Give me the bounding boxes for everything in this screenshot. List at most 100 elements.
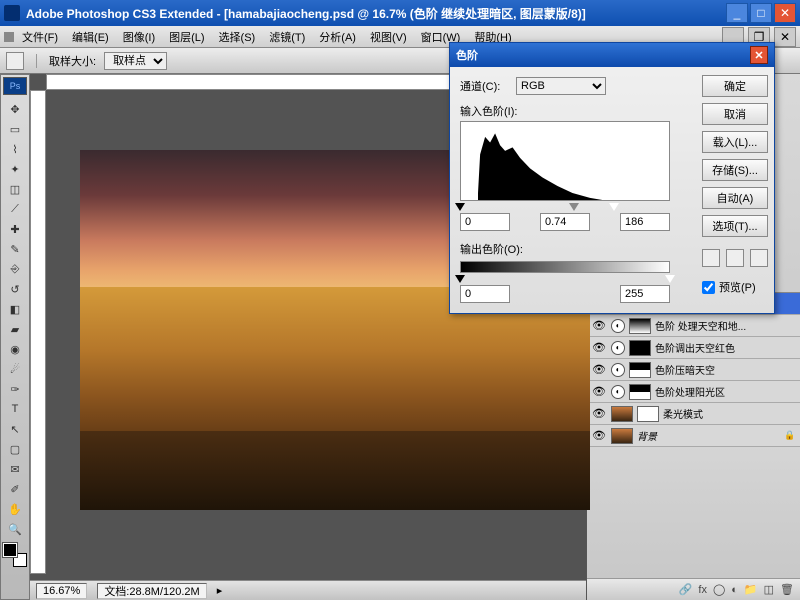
auto-button[interactable]: 自动(A) [702,187,768,209]
channel-select[interactable]: RGB [516,77,606,95]
hand-tool[interactable]: ✋ [3,499,27,519]
history-brush-tool[interactable]: ↺ [3,279,27,299]
input-gamma-field[interactable] [540,213,590,231]
out-black-slider[interactable] [455,275,465,283]
adjustment-layer-icon[interactable]: ◐ [731,584,738,596]
histogram [460,121,670,201]
layer-mask-icon[interactable]: ◯ [713,583,725,596]
options-button[interactable]: 选项(T)... [702,215,768,237]
gray-eyedropper-icon[interactable] [726,249,744,267]
output-black-field[interactable] [460,285,510,303]
out-white-slider[interactable] [665,275,675,283]
status-chevron-icon[interactable]: ▸ [217,584,223,597]
move-tool[interactable]: ✥ [3,99,27,119]
dialog-titlebar[interactable]: 色阶 ✕ [450,43,774,67]
preview-checkbox[interactable]: 预览(P) [702,279,768,295]
lasso-tool[interactable]: ⌇ [3,139,27,159]
output-levels-label: 输出色阶(O): [460,241,686,257]
doc-close-button[interactable]: ✕ [774,27,796,47]
output-white-field[interactable] [620,285,670,303]
layer-row[interactable]: 👁 柔光模式 [587,403,800,425]
shape-tool[interactable]: ▢ [3,439,27,459]
brush-tool[interactable]: ✎ [3,239,27,259]
heal-tool[interactable]: ✚ [3,219,27,239]
stamp-tool[interactable]: ⎆ [3,259,27,279]
layer-name: 柔光模式 [663,406,796,421]
minimize-button[interactable]: _ [726,3,748,23]
save-button[interactable]: 存储(S)... [702,159,768,181]
blur-tool[interactable]: ◉ [3,339,27,359]
layer-name: 色阶压暗天空 [655,362,796,377]
new-layer-icon[interactable]: ◫ [764,583,774,596]
layer-style-icon[interactable]: fx [698,584,707,596]
sample-size-select[interactable]: 取样点 [104,52,167,70]
visibility-icon[interactable]: 👁 [591,363,607,376]
notes-tool[interactable]: ✉ [3,459,27,479]
crop-tool[interactable]: ◫ [3,179,27,199]
eraser-tool[interactable]: ◧ [3,299,27,319]
dodge-tool[interactable]: ☄ [3,359,27,379]
menu-filter[interactable]: 滤镜(T) [263,27,311,47]
visibility-icon[interactable]: 👁 [591,319,607,332]
preview-check[interactable] [702,281,715,294]
foreground-swatch[interactable] [3,543,17,557]
adjustment-icon: ◐ [611,363,625,377]
trash-icon[interactable]: 🗑 [780,583,794,596]
visibility-icon[interactable]: 👁 [591,429,607,442]
layer-row[interactable]: 👁背景🔒 [587,425,800,447]
visibility-icon[interactable]: 👁 [591,407,607,420]
visibility-icon[interactable]: 👁 [591,385,607,398]
levels-dialog: 色阶 ✕ 通道(C): RGB 输入色阶(I): 输出色阶(O [449,42,775,314]
menu-image[interactable]: 图像(I) [117,27,161,47]
menu-layer[interactable]: 图层(L) [163,27,210,47]
status-bar: 16.67% 文档:28.8M/120.2M ▸ [30,580,586,600]
ok-button[interactable]: 确定 [702,75,768,97]
layer-row[interactable]: 👁◐色阶处理阳光区 [587,381,800,403]
window-titlebar: Adobe Photoshop CS3 Extended - [hamabaji… [0,0,800,26]
doc-size-readout: 文档:28.8M/120.2M [97,583,206,599]
output-slider-track[interactable] [460,275,670,281]
dialog-title: 色阶 [456,47,478,63]
layer-row[interactable]: 👁◐色阶 处理天空和地... [587,315,800,337]
slice-tool[interactable]: ⟋ [3,199,27,219]
input-white-field[interactable] [620,213,670,231]
white-point-slider[interactable] [609,203,619,211]
path-tool[interactable]: ↖ [3,419,27,439]
visibility-icon[interactable]: 👁 [591,341,607,354]
menu-select[interactable]: 选择(S) [213,27,262,47]
menu-analysis[interactable]: 分析(A) [313,27,362,47]
pen-tool[interactable]: ✑ [3,379,27,399]
menu-view[interactable]: 视图(V) [364,27,413,47]
marquee-tool[interactable]: ▭ [3,119,27,139]
cancel-button[interactable]: 取消 [702,103,768,125]
color-swatches[interactable] [3,543,27,567]
zoom-readout[interactable]: 16.67% [36,583,87,599]
layer-thumb [611,428,633,444]
wand-tool[interactable]: ✦ [3,159,27,179]
gradient-tool[interactable]: ▰ [3,319,27,339]
layer-row[interactable]: 👁 ◐ 色阶压暗天空 [587,359,800,381]
dialog-close-button[interactable]: ✕ [750,46,768,64]
white-eyedropper-icon[interactable] [750,249,768,267]
menu-file[interactable]: 文件(F) [16,27,64,47]
input-slider-track[interactable] [460,203,670,209]
mask-thumb [637,406,659,422]
channel-label: 通道(C): [460,78,510,94]
link-layers-icon[interactable]: 🔗 [679,583,693,596]
maximize-button[interactable]: □ [750,3,772,23]
group-icon[interactable]: 📁 [744,583,758,596]
preview-label: 预览(P) [719,279,756,295]
eyedropper-tool[interactable]: ✐ [3,479,27,499]
black-eyedropper-icon[interactable] [702,249,720,267]
black-point-slider[interactable] [455,203,465,211]
menu-edit[interactable]: 编辑(E) [66,27,115,47]
zoom-tool[interactable]: 🔍 [3,519,27,539]
load-button[interactable]: 载入(L)... [702,131,768,153]
eyedropper-tool-preset-icon[interactable] [6,52,24,70]
type-tool[interactable]: T [3,399,27,419]
layer-row[interactable]: 👁◐色阶调出天空红色 [587,337,800,359]
gamma-slider[interactable] [569,203,579,211]
input-black-field[interactable] [460,213,510,231]
adjustment-icon: ◐ [611,341,625,355]
close-button[interactable]: ✕ [774,3,796,23]
